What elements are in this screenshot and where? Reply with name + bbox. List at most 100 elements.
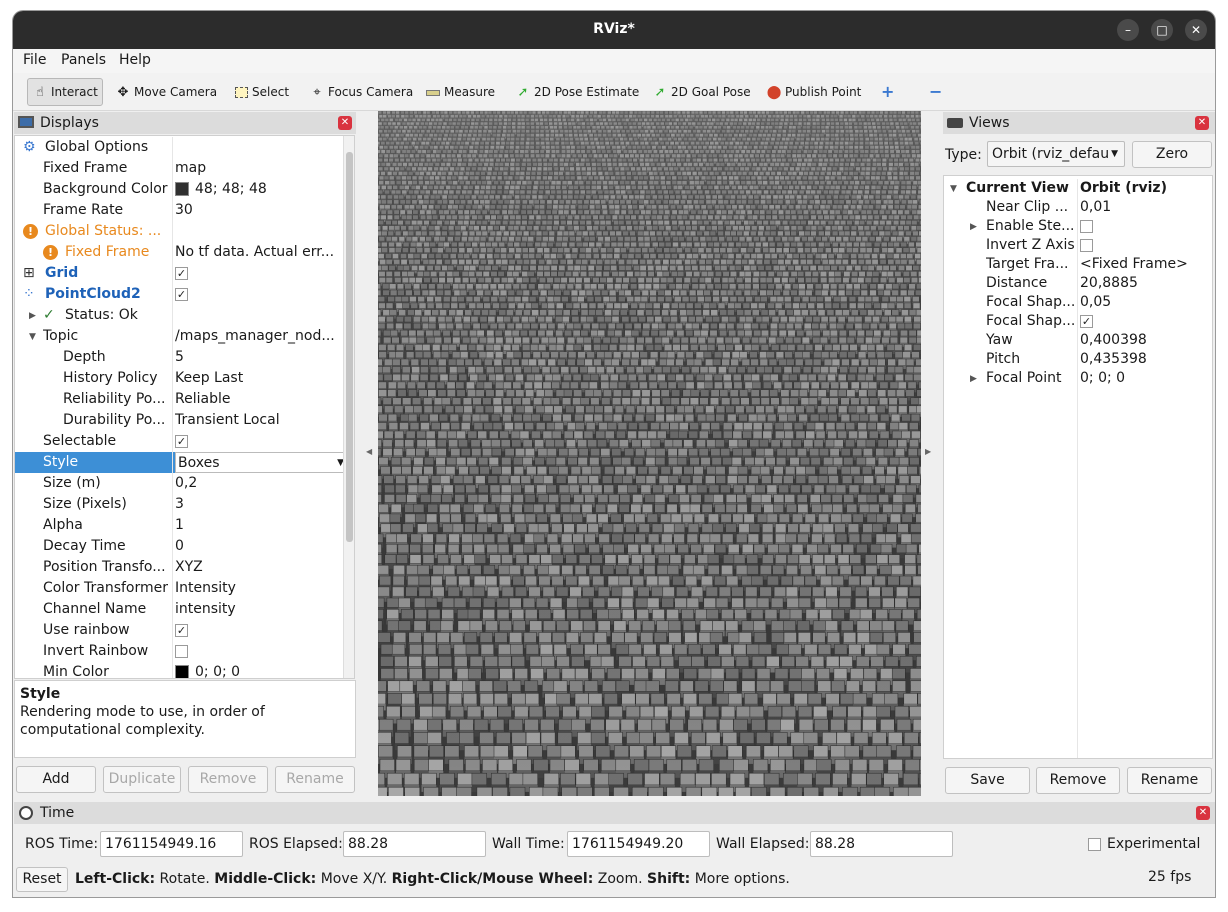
tool-interact[interactable]: ☝ Interact xyxy=(27,78,103,106)
menu-file[interactable]: File xyxy=(23,52,46,68)
display-row-value[interactable]: Keep Last xyxy=(175,368,351,389)
display-row-value[interactable]: ✓ xyxy=(175,284,351,305)
views-tree[interactable]: ▼ Current View Orbit (rviz) Near Clip ... 0,… xyxy=(943,175,1213,759)
close-button[interactable]: ✕ xyxy=(1185,19,1207,41)
checkbox[interactable]: ✓ xyxy=(1080,314,1093,328)
view-property-row[interactable]: ▶ Focal Point 0; 0; 0 xyxy=(944,369,1212,389)
display-row-value[interactable]: 1 xyxy=(175,515,351,536)
remove-display-button[interactable]: Remove xyxy=(188,766,268,793)
remove-view-button[interactable]: Remove xyxy=(1036,767,1120,794)
display-row[interactable]: Color Transformer Intensity xyxy=(15,578,354,599)
display-row-value[interactable]: 30 xyxy=(175,200,351,221)
display-row-value[interactable]: 3 xyxy=(175,494,351,515)
tool-move-camera[interactable]: ✥ Move Camera xyxy=(115,81,218,103)
expander-closed-icon[interactable]: ▶ xyxy=(29,306,36,327)
duplicate-display-button[interactable]: Duplicate xyxy=(103,766,181,793)
display-row-value[interactable]: No tf data. Actual err... xyxy=(175,242,351,263)
close-icon[interactable]: ✕ xyxy=(1195,116,1209,130)
plus-icon[interactable]: + xyxy=(881,81,894,103)
collapse-right-icon[interactable]: ▶ xyxy=(925,447,931,456)
display-row-value[interactable]: 0; 0; 0 xyxy=(175,662,351,678)
display-row-value[interactable]: 0,2 xyxy=(175,473,351,494)
view-property-row[interactable]: Near Clip ... 0,01 xyxy=(944,198,1212,217)
current-view-row[interactable]: ▼ Current View Orbit (rviz) xyxy=(944,179,1212,758)
display-row[interactable]: ▼ Topic/maps_manager_nod... xyxy=(15,326,354,348)
tool-select[interactable]: Select xyxy=(233,81,289,103)
display-row[interactable]: ⚙ Global Options xyxy=(15,137,354,158)
display-row[interactable]: Alpha 1 xyxy=(15,515,354,536)
zero-button[interactable]: Zero xyxy=(1132,141,1212,168)
display-row-value[interactable]: XYZ xyxy=(175,557,351,578)
checkbox[interactable]: ✓ xyxy=(175,266,188,280)
display-row[interactable]: Fixed Frame map xyxy=(15,158,354,179)
render-viewport[interactable] xyxy=(378,111,921,796)
expander-closed-icon[interactable]: ▶ xyxy=(970,370,977,389)
save-view-button[interactable]: Save xyxy=(945,767,1030,794)
experimental-checkbox[interactable] xyxy=(1088,838,1101,851)
ros-time-field[interactable]: 1761154949.16 xyxy=(100,831,243,857)
display-row[interactable]: Reliability Po... Reliable xyxy=(15,389,354,410)
checkbox[interactable] xyxy=(1080,219,1093,233)
display-row-value[interactable]: ✓ xyxy=(175,431,351,452)
menu-panels[interactable]: Panels xyxy=(61,52,106,68)
checkbox[interactable]: ✓ xyxy=(175,434,188,448)
display-row[interactable]: Background Color 48; 48; 48 xyxy=(15,179,354,200)
collapse-left-icon[interactable]: ◀ xyxy=(366,447,372,456)
display-row-value[interactable]: 48; 48; 48 xyxy=(175,179,351,200)
close-icon[interactable]: ✕ xyxy=(338,116,352,130)
view-property-row[interactable]: Distance 20,8885 xyxy=(944,274,1212,293)
display-row[interactable]: Invert Rainbow xyxy=(15,641,354,662)
reset-button[interactable]: Reset xyxy=(16,867,68,892)
view-type-select[interactable]: Orbit (rviz_defau ▼ xyxy=(987,141,1125,167)
display-row[interactable]: ⁘ PointCloud2 ✓ xyxy=(15,284,354,305)
display-row[interactable]: Channel Name intensity xyxy=(15,599,354,620)
view-property-value[interactable]: ✓ xyxy=(1080,312,1210,331)
view-property-row[interactable]: Pitch 0,435398 xyxy=(944,350,1212,369)
menu-help[interactable]: Help xyxy=(119,52,151,68)
display-row-value[interactable]: 0 xyxy=(175,536,351,557)
view-property-value[interactable]: 0,435398 xyxy=(1080,350,1210,369)
checkbox[interactable]: ✓ xyxy=(175,623,188,637)
displays-scrollbar[interactable] xyxy=(343,136,354,678)
display-row[interactable]: ! Global Status: ... xyxy=(15,221,354,242)
display-row[interactable]: Size (m) 0,2 xyxy=(15,473,354,494)
view-property-value[interactable]: 0,01 xyxy=(1080,198,1210,217)
wall-time-field[interactable]: 1761154949.20 xyxy=(567,831,710,857)
display-row-value[interactable]: intensity xyxy=(175,599,351,620)
checkbox[interactable] xyxy=(175,644,188,658)
display-row[interactable]: Use rainbow ✓ xyxy=(15,620,354,641)
view-property-row[interactable]: Focal Shap... ✓ xyxy=(944,312,1212,331)
display-row-value[interactable]: ✓ xyxy=(175,620,351,641)
view-property-value[interactable] xyxy=(1080,236,1210,255)
display-row[interactable]: Style Boxes ▼ xyxy=(15,452,354,473)
view-property-row[interactable]: ▶ Enable Ste... xyxy=(944,217,1212,237)
tool-measure[interactable]: Measure xyxy=(425,81,495,103)
display-row-value[interactable]: Boxes ▼ xyxy=(175,452,351,473)
tool-focus-camera[interactable]: ⌖ Focus Camera xyxy=(309,81,413,103)
view-property-row[interactable]: Yaw 0,400398 xyxy=(944,331,1212,350)
view-property-value[interactable] xyxy=(1080,217,1210,236)
display-row-value[interactable] xyxy=(175,641,351,662)
display-row[interactable]: Min Color 0; 0; 0 xyxy=(15,662,354,678)
maximize-button[interactable]: □ xyxy=(1151,19,1173,41)
rename-view-button[interactable]: Rename xyxy=(1127,767,1212,794)
close-icon[interactable]: ✕ xyxy=(1196,806,1210,820)
display-row[interactable]: Durability Po... Transient Local xyxy=(15,410,354,431)
view-property-value[interactable]: 20,8885 xyxy=(1080,274,1210,293)
expander-open-icon[interactable]: ▼ xyxy=(29,327,36,348)
ros-elapsed-field[interactable]: 88.28 xyxy=(343,831,486,857)
display-row[interactable]: Selectable ✓ xyxy=(15,431,354,452)
view-property-value[interactable]: <Fixed Frame> xyxy=(1080,255,1210,274)
display-row-value[interactable]: /maps_manager_nod... xyxy=(175,326,351,347)
expander-closed-icon[interactable]: ▶ xyxy=(970,218,977,237)
view-property-value[interactable]: 0,400398 xyxy=(1080,331,1210,350)
display-row[interactable]: Frame Rate 30 xyxy=(15,200,354,221)
color-swatch[interactable] xyxy=(175,182,189,196)
view-property-row[interactable]: Invert Z Axis xyxy=(944,236,1212,255)
point-cloud-render[interactable] xyxy=(378,111,921,796)
rename-display-button[interactable]: Rename xyxy=(275,766,355,793)
view-property-value[interactable]: 0,05 xyxy=(1080,293,1210,312)
display-row-value[interactable]: ✓ xyxy=(175,263,351,284)
minus-icon[interactable]: − xyxy=(929,81,942,103)
checkbox[interactable] xyxy=(1080,238,1093,252)
